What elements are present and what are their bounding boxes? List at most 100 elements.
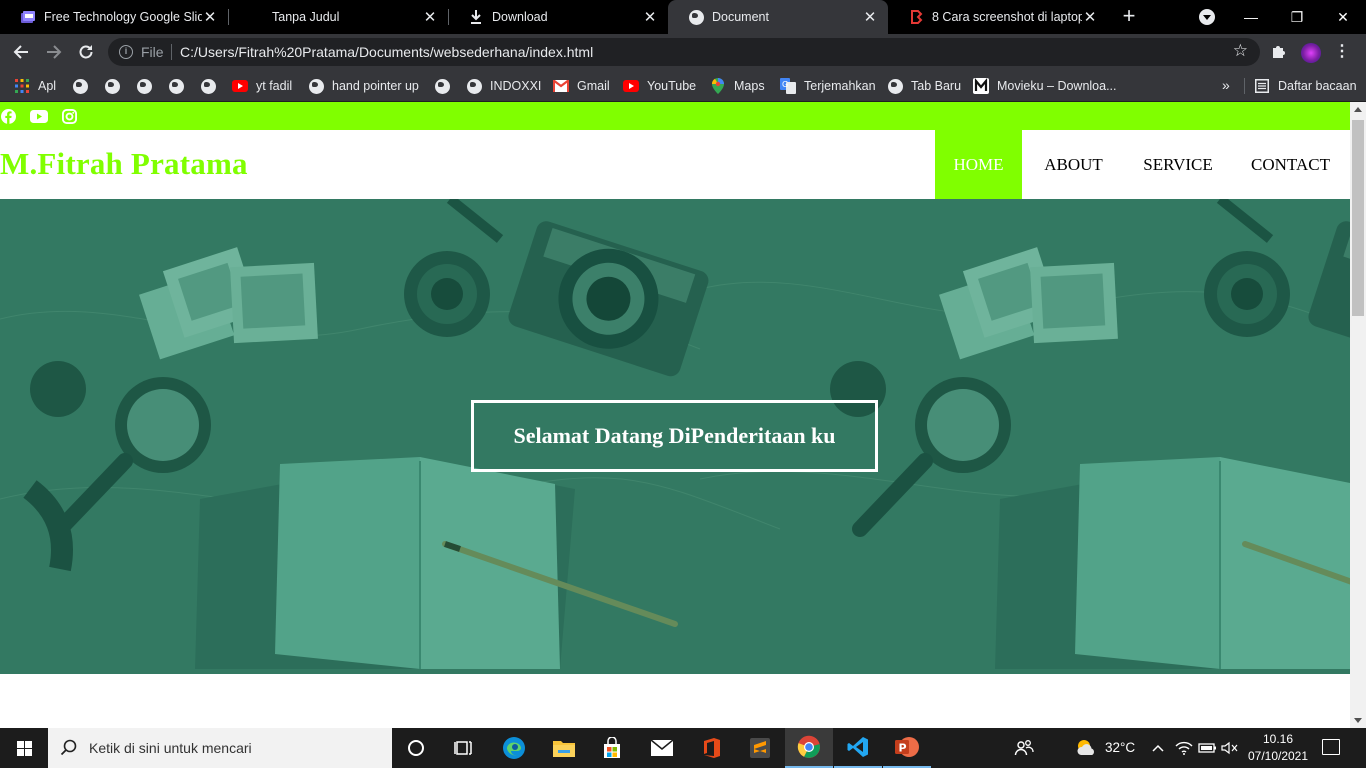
scroll-down-icon[interactable] bbox=[1354, 718, 1362, 723]
close-tab-icon[interactable]: ✕ bbox=[422, 8, 438, 26]
new-tab-button[interactable]: + bbox=[1118, 5, 1140, 27]
bookmark-yt-fadil[interactable]: yt fadil bbox=[232, 76, 292, 96]
minimize-button[interactable]: — bbox=[1228, 0, 1274, 34]
globe-icon bbox=[104, 78, 120, 94]
close-window-button[interactable]: ✕ bbox=[1320, 0, 1366, 34]
task-view-icon[interactable] bbox=[440, 728, 488, 768]
bookmark-label: Gmail bbox=[577, 79, 610, 93]
bookmark-label: Movieku – Downloa... bbox=[997, 79, 1117, 93]
start-button[interactable] bbox=[0, 728, 48, 768]
site-brand[interactable]: M.Fitrah Pratama bbox=[0, 146, 248, 182]
close-tab-icon[interactable]: ✕ bbox=[862, 8, 878, 26]
address-bar[interactable]: i File C:/Users/Fitrah%20Pratama/Documen… bbox=[108, 38, 1260, 66]
extensions-puzzle-icon[interactable] bbox=[1270, 43, 1288, 61]
edge-icon[interactable] bbox=[490, 728, 538, 768]
instagram-icon[interactable] bbox=[61, 108, 77, 124]
hero-title: Selamat Datang DiPenderitaan ku bbox=[513, 423, 836, 448]
reading-list-label: Daftar bacaan bbox=[1278, 79, 1357, 93]
bookmark-globe[interactable] bbox=[136, 76, 160, 96]
site-info-icon[interactable]: i bbox=[119, 45, 133, 59]
url-text[interactable]: C:/Users/Fitrah%20Pratama/Documents/webs… bbox=[180, 44, 593, 60]
people-icon[interactable] bbox=[1004, 728, 1044, 768]
bookmarks-overflow-button[interactable]: » bbox=[1222, 77, 1230, 93]
bookmarks-divider bbox=[1244, 78, 1245, 94]
bookmark-globe[interactable] bbox=[168, 76, 192, 96]
tab-download[interactable]: Download ✕ bbox=[448, 0, 668, 34]
tab-search-icon[interactable] bbox=[1199, 9, 1215, 25]
cortana-icon[interactable] bbox=[392, 728, 440, 768]
svg-text:G: G bbox=[782, 80, 788, 89]
bookmark-globe[interactable] bbox=[104, 76, 128, 96]
nav-home[interactable]: HOME bbox=[935, 130, 1022, 199]
wifi-icon[interactable] bbox=[1172, 728, 1196, 768]
close-tab-icon[interactable]: ✕ bbox=[1082, 8, 1098, 26]
mail-icon[interactable] bbox=[638, 728, 686, 768]
translate-icon: G bbox=[780, 78, 796, 94]
notification-center-icon[interactable] bbox=[1322, 739, 1340, 755]
powerpoint-icon[interactable]: P bbox=[883, 728, 931, 768]
speaker-muted-icon[interactable] bbox=[1218, 728, 1242, 768]
reload-button[interactable] bbox=[74, 40, 98, 64]
restore-button[interactable]: ❐ bbox=[1274, 0, 1320, 34]
bookmark-movieku[interactable]: Movieku – Downloa... bbox=[973, 76, 1117, 96]
bookmark-label: yt fadil bbox=[256, 79, 293, 93]
bookmark-terjemahkan[interactable]: G Terjemahkan bbox=[780, 76, 876, 96]
bookmark-star-icon[interactable]: ☆ bbox=[1233, 41, 1248, 61]
close-tab-icon[interactable]: ✕ bbox=[642, 8, 658, 26]
bookmark-gmail[interactable]: Gmail bbox=[553, 76, 610, 96]
social-topbar bbox=[0, 102, 1350, 130]
blank-page-icon bbox=[248, 9, 264, 25]
nav-about[interactable]: ABOUT bbox=[1022, 130, 1125, 199]
forward-button[interactable] bbox=[42, 40, 66, 64]
site-icon bbox=[908, 9, 924, 25]
bookmark-maps[interactable]: Maps bbox=[710, 76, 765, 96]
tab-label: 8 Cara screenshot di laptop dan PC bbox=[932, 10, 1082, 24]
taskbar-search[interactable]: Ketik di sini untuk mencari bbox=[48, 728, 392, 768]
system-clock[interactable]: 10.16 07/10/2021 bbox=[1243, 731, 1313, 765]
close-tab-icon[interactable]: ✕ bbox=[202, 8, 218, 26]
scroll-up-icon[interactable] bbox=[1354, 107, 1362, 112]
globe-icon bbox=[466, 78, 482, 94]
bookmark-globe[interactable] bbox=[200, 76, 224, 96]
back-button[interactable] bbox=[9, 40, 33, 64]
globe-icon bbox=[887, 78, 903, 94]
battery-icon[interactable] bbox=[1196, 728, 1220, 768]
bookmark-tab-baru[interactable]: Tab Baru bbox=[887, 76, 961, 96]
bookmark-hand-pointer-up[interactable]: hand pointer up bbox=[308, 76, 419, 96]
tab-free-technology[interactable]: Free Technology Google Slides ✕ bbox=[0, 0, 228, 34]
tab-cara-screenshot[interactable]: 8 Cara screenshot di laptop dan PC ✕ bbox=[888, 0, 1108, 34]
nav-service[interactable]: SERVICE bbox=[1125, 130, 1231, 199]
bookmark-label: Tab Baru bbox=[911, 79, 962, 93]
vscode-icon[interactable] bbox=[834, 728, 882, 768]
back-arrow-icon bbox=[13, 45, 28, 59]
movieku-icon bbox=[973, 78, 989, 94]
bookmark-indoxxi[interactable]: INDOXXI bbox=[466, 76, 541, 96]
nav-contact[interactable]: CONTACT bbox=[1231, 130, 1350, 199]
office-icon[interactable] bbox=[688, 728, 736, 768]
bookmark-apl[interactable]: Apl bbox=[14, 76, 56, 96]
forward-arrow-icon bbox=[47, 45, 62, 59]
youtube-icon[interactable] bbox=[30, 108, 48, 124]
page-scrollbar[interactable] bbox=[1350, 102, 1366, 728]
chevron-up-icon[interactable] bbox=[1148, 728, 1168, 768]
weather-temperature[interactable]: 32°C bbox=[1105, 740, 1135, 755]
menu-more-icon[interactable]: ⋮ bbox=[1334, 43, 1350, 61]
store-icon[interactable] bbox=[588, 728, 636, 768]
tab-document[interactable]: Document ✕ bbox=[668, 0, 888, 34]
scrollbar-thumb[interactable] bbox=[1352, 120, 1364, 316]
file-explorer-icon[interactable] bbox=[540, 728, 588, 768]
bookmark-globe[interactable] bbox=[72, 76, 96, 96]
bookmark-label: Maps bbox=[734, 79, 765, 93]
tab-tanpa-judul[interactable]: Tanpa Judul ✕ bbox=[228, 0, 448, 34]
bookmark-youtube[interactable]: YouTube bbox=[623, 76, 696, 96]
gmail-icon bbox=[553, 78, 569, 94]
reading-list-button[interactable]: Daftar bacaan bbox=[1254, 76, 1357, 96]
facebook-icon[interactable] bbox=[0, 108, 16, 124]
weather-icon[interactable] bbox=[1072, 728, 1100, 768]
search-placeholder: Ketik di sini untuk mencari bbox=[89, 740, 252, 756]
sublime-text-icon[interactable] bbox=[736, 728, 784, 768]
bookmark-globe[interactable] bbox=[434, 76, 458, 96]
profile-avatar[interactable] bbox=[1301, 43, 1321, 63]
chrome-icon[interactable] bbox=[785, 728, 833, 768]
globe-icon bbox=[688, 9, 704, 25]
